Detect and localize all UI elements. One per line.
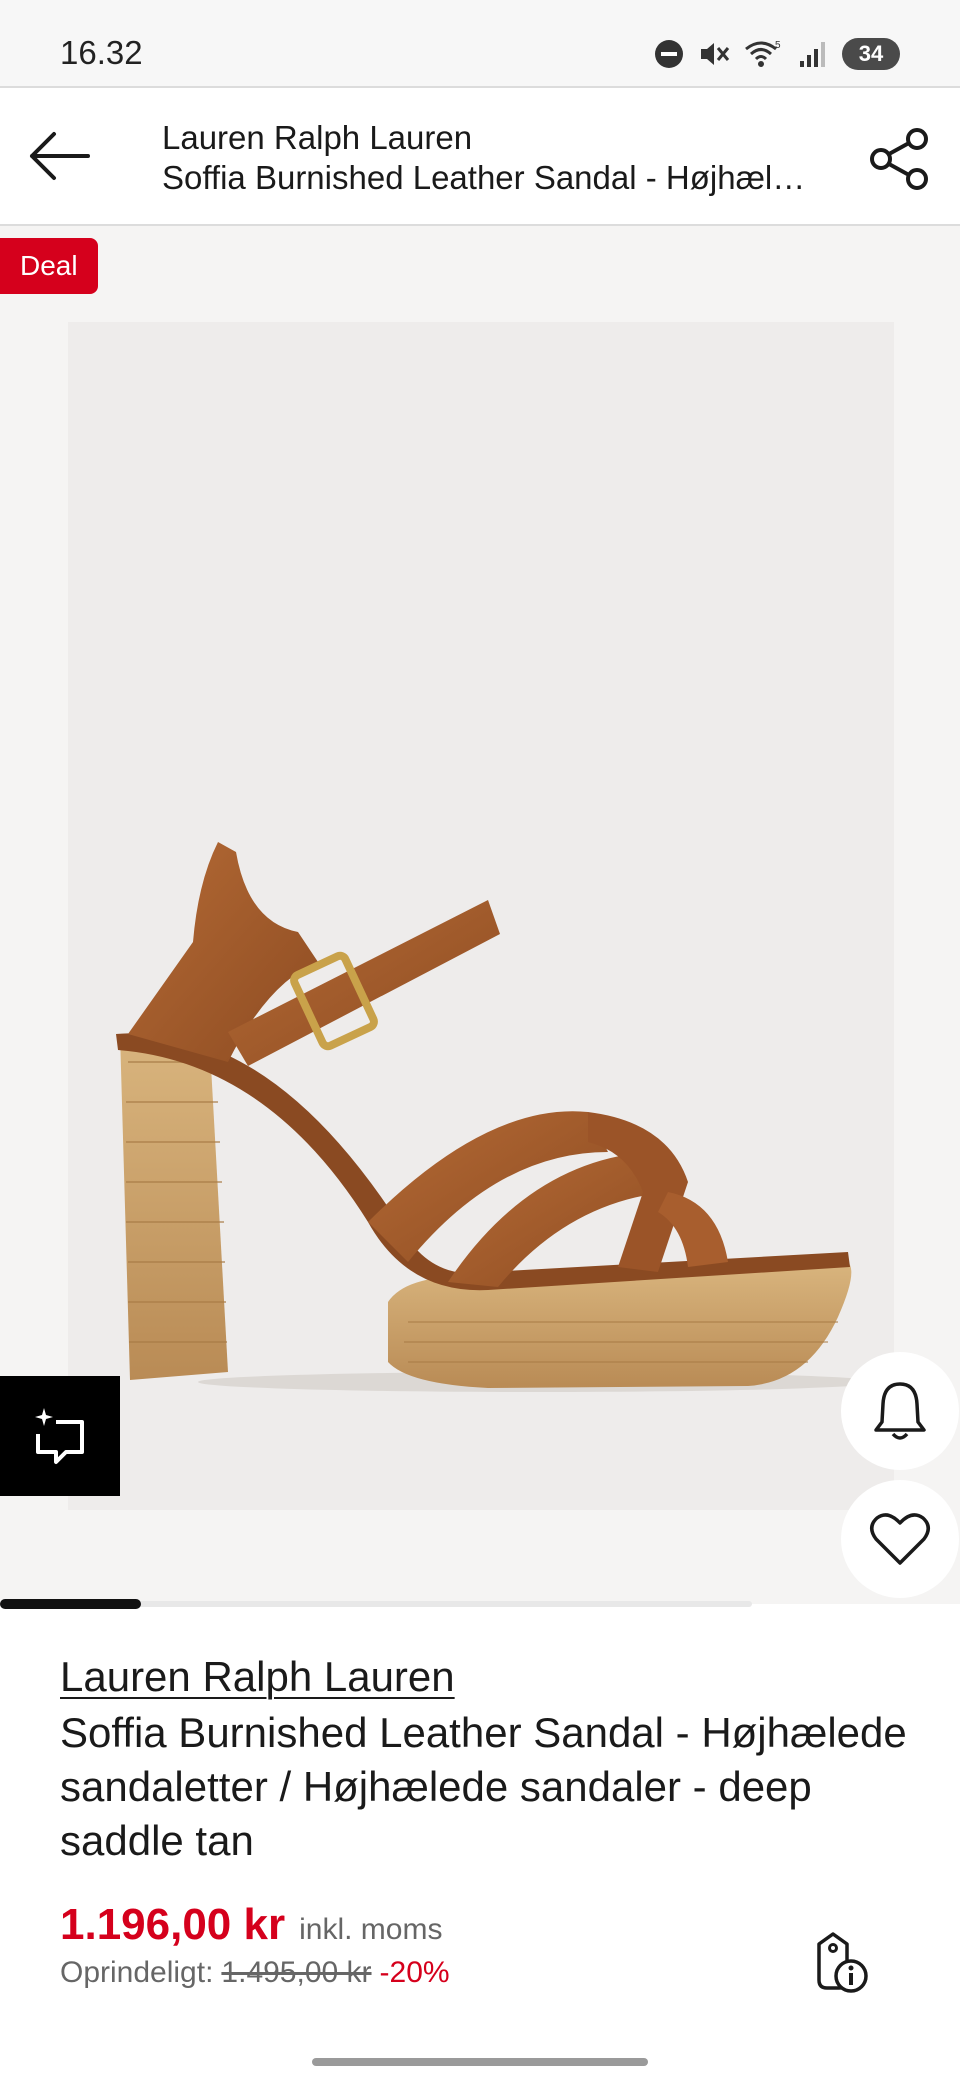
price-info-button[interactable] <box>806 1928 876 1998</box>
price-tag-info-icon <box>817 1932 868 1993</box>
header-product-title: Soffia Burnished Leather Sandal - Højhæl… <box>162 159 822 196</box>
heart-icon <box>870 1513 930 1565</box>
current-price: 1.196,00 kr <box>60 1900 286 1949</box>
header-titles: Lauren Ralph Lauren Soffia Burnished Lea… <box>162 118 822 198</box>
status-icons: 5 34 <box>654 38 900 70</box>
home-indicator[interactable] <box>312 2058 648 2066</box>
bell-icon <box>874 1382 926 1440</box>
gallery-progress <box>0 1599 752 1609</box>
sandal-illustration <box>116 842 878 1392</box>
share-icon <box>870 128 928 190</box>
product-image-gallery[interactable]: Deal <box>0 226 960 1604</box>
ai-chat-icon <box>35 1408 84 1464</box>
price-row: 1.196,00 kr inkl. moms <box>60 1900 450 1950</box>
product-info: Lauren Ralph Lauren Soffia Burnished Lea… <box>60 1650 920 1868</box>
original-price-row: Oprindeligt: 1.495,00 kr -20% <box>60 1956 450 1990</box>
price-alert-button[interactable] <box>841 1352 959 1470</box>
status-bar: 16.32 5 34 <box>0 0 960 86</box>
vat-note: inkl. moms <box>299 1913 443 1946</box>
discount-badge: -20% <box>379 1956 450 1989</box>
price-block: 1.196,00 kr inkl. moms Oprindeligt: 1.49… <box>60 1900 450 1990</box>
deal-badge: Deal <box>0 238 98 294</box>
share-button[interactable] <box>864 124 934 194</box>
do-not-disturb-icon <box>655 40 683 68</box>
mute-icon <box>701 43 730 65</box>
battery-icon: 34 <box>842 38 900 70</box>
wishlist-button[interactable] <box>841 1480 959 1598</box>
gallery-progress-fill <box>0 1599 141 1609</box>
original-price: 1.495,00 kr <box>221 1956 372 1989</box>
ai-assistant-button[interactable] <box>0 1376 120 1496</box>
brand-link[interactable]: Lauren Ralph Lauren <box>60 1650 455 1704</box>
product-name: Soffia Burnished Leather Sandal - Højhæl… <box>60 1709 907 1864</box>
top-app-bar: Lauren Ralph Lauren Soffia Burnished Lea… <box>0 86 960 226</box>
product-image[interactable] <box>68 322 894 1510</box>
header-brand: Lauren Ralph Lauren <box>162 119 473 156</box>
signal-icon <box>800 42 825 67</box>
wifi-icon: 5 <box>745 40 781 67</box>
original-price-label: Oprindeligt: <box>60 1956 214 1989</box>
status-time: 16.32 <box>60 34 143 71</box>
arrow-left-icon <box>30 132 90 180</box>
back-button[interactable] <box>26 126 92 186</box>
svg-text:5: 5 <box>775 40 781 51</box>
